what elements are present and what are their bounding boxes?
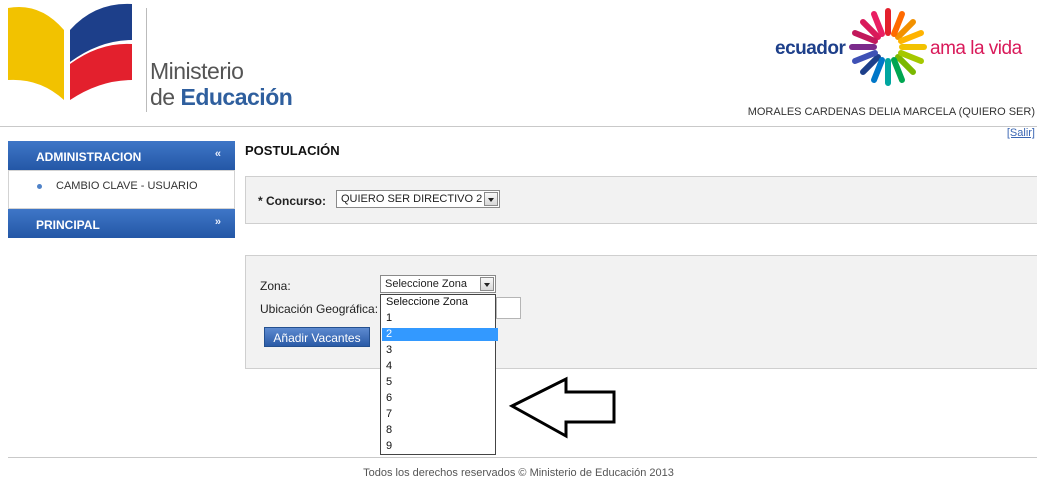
dropdown-arrow-icon[interactable] (480, 277, 494, 291)
sidebar-section-administracion[interactable]: ADMINISTRACION « (8, 141, 235, 170)
zona-option[interactable]: 3 (382, 344, 498, 357)
sidebar-section-label: PRINCIPAL (36, 218, 100, 232)
brand-ama-la-vida-text: ama la vida (930, 38, 1022, 59)
bullet-icon (37, 184, 42, 189)
chevron-down-icon: » (214, 216, 221, 228)
dropdown-arrow-icon[interactable] (484, 192, 498, 206)
ministry-logo-icon (0, 0, 140, 115)
zona-dropdown-list[interactable]: Seleccione Zona 1 2 3 4 5 6 7 8 9 (380, 294, 498, 455)
ubicacion-select[interactable] (496, 297, 521, 319)
zona-option[interactable]: 9 (382, 440, 498, 453)
zona-option[interactable]: 4 (382, 360, 498, 373)
zona-select[interactable]: Seleccione Zona (380, 275, 496, 293)
chevron-up-icon: « (214, 148, 221, 160)
page-title: POSTULACIÓN (245, 143, 340, 158)
add-vacantes-button[interactable]: Añadir Vacantes (264, 327, 370, 347)
zona-option[interactable]: Seleccione Zona (382, 296, 498, 309)
ministry-name-line1: Ministerio (150, 58, 244, 84)
sidebar-item-cambio-clave[interactable]: CAMBIO CLAVE - USUARIO (56, 180, 198, 192)
zona-option[interactable]: 7 (382, 408, 498, 421)
arrow-annotation-icon (508, 376, 620, 443)
logout-link[interactable]: [Salir] (1007, 127, 1035, 139)
zona-option[interactable]: 5 (382, 376, 498, 389)
zona-option-highlighted[interactable]: 2 (382, 328, 498, 341)
ecuador-sun-icon (848, 8, 928, 89)
ministry-name-line2: de Educación (150, 84, 293, 110)
concurso-label: * Concurso: (258, 194, 327, 208)
user-name: MORALES CARDENAS DELIA MARCELA (QUIERO S… (747, 106, 1035, 118)
brand-ecuador-text: ecuador (775, 38, 846, 59)
concurso-select[interactable]: QUIERO SER DIRECTIVO 2 (336, 190, 500, 208)
ubicacion-label: Ubicación Geográfica: (260, 302, 379, 316)
concurso-select-value: QUIERO SER DIRECTIVO 2 (341, 193, 483, 205)
sidebar-section-principal[interactable]: PRINCIPAL » (8, 209, 235, 238)
sidebar-section-label: ADMINISTRACION (36, 150, 142, 164)
zona-label: Zona: (260, 279, 291, 293)
footer-copyright: Todos los derechos reservados © Minister… (363, 467, 674, 479)
zona-option[interactable]: 6 (382, 392, 498, 405)
footer-divider (8, 457, 1037, 458)
zona-select-value: Seleccione Zona (385, 278, 467, 290)
header-divider (0, 126, 1037, 127)
zona-option[interactable]: 1 (382, 312, 498, 325)
logo-divider (146, 8, 147, 112)
zona-option[interactable]: 8 (382, 424, 498, 437)
